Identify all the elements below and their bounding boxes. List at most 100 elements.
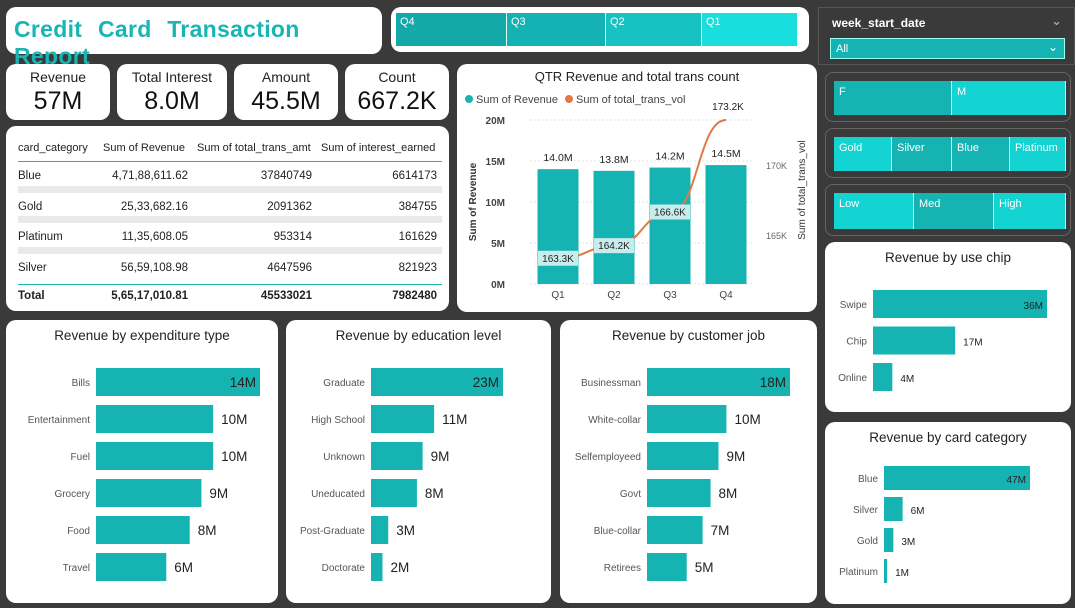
category-label: Platinum (839, 567, 878, 578)
trans-vol-data-label: 164.2K (598, 241, 630, 252)
bar (647, 479, 711, 507)
bar (371, 442, 423, 470)
kpi-value: 8.0M (144, 87, 200, 115)
week-dropdown[interactable]: All ⌄ (830, 38, 1065, 59)
table-cell: Platinum (18, 231, 63, 243)
chevron-down-icon[interactable]: ⌄ (1051, 13, 1062, 29)
bar (884, 559, 888, 583)
table-cell: Total (18, 290, 45, 302)
y-tick-label: 15M (486, 157, 505, 168)
table-cell: 11,35,608.05 (121, 231, 188, 243)
quarter-option-q1[interactable]: Q1 (702, 13, 798, 46)
y-tick-label: 5M (491, 239, 505, 250)
data-label: 11M (442, 412, 467, 427)
column-header[interactable]: card_category (18, 142, 88, 154)
table-cell: Silver (18, 261, 47, 274)
bar (96, 405, 214, 433)
kpi-label: Amount (261, 69, 311, 85)
bar (647, 516, 703, 544)
bar (873, 363, 893, 391)
quarter-option-q3[interactable]: Q3 (507, 13, 606, 46)
quarter-slicer: Q4 Q3 Q2 Q1 (391, 7, 809, 52)
revenue-by-expenditure-chart: Bills 14M Entertainment 10M Fuel 10M Grocery 9M… (28, 368, 260, 581)
x-tick-label: Q2 (607, 290, 621, 301)
bar (873, 326, 956, 355)
gender-option-f[interactable]: F (834, 81, 952, 115)
category-label: Bills (72, 378, 90, 389)
category-label: Retirees (604, 563, 641, 574)
y-axis-title: Sum of Revenue (468, 162, 479, 241)
revenue-by-job-chart: Businessman 18M White-collar 10M Selfemploye… (575, 368, 790, 581)
y2-axis-title: Sum of total_trans_vol (797, 140, 808, 240)
data-label: 9M (431, 449, 450, 464)
chevron-down-icon: ⌄ (1047, 40, 1058, 54)
card-option-silver[interactable]: Silver (892, 137, 952, 171)
data-label: 18M (760, 375, 786, 390)
card-option-gold[interactable]: Gold (834, 137, 892, 171)
x-tick-label: Q3 (663, 290, 677, 301)
revenue-bar (705, 165, 747, 284)
data-label: 2M (390, 560, 409, 575)
income-option-low[interactable]: Low (834, 193, 914, 229)
category-label: Post-Graduate (300, 526, 365, 537)
bar (96, 553, 167, 581)
table-cell: 2091362 (267, 200, 312, 213)
bar (647, 405, 727, 433)
bar (96, 516, 190, 544)
data-label: 47M (1007, 475, 1026, 486)
kpi-label: Total Interest (131, 69, 213, 85)
income-option-med[interactable]: Med (914, 193, 994, 229)
column-header[interactable]: Sum of interest_earned (321, 142, 435, 154)
column-header[interactable]: Sum of Revenue (103, 142, 185, 154)
table-cell: 45533021 (260, 290, 312, 302)
table-row: Platinum 11,35,608.05 953314 161629 (18, 223, 442, 254)
x-tick-label: Q1 (551, 290, 565, 301)
bar (647, 442, 719, 470)
trans-vol-line (557, 119, 727, 260)
category-label: Blue (858, 474, 878, 485)
bar (371, 405, 435, 433)
income-option-high[interactable]: High (994, 193, 1066, 229)
quarter-option-q4[interactable]: Q4 (396, 13, 507, 46)
kpi-revenue: Revenue 57M (6, 64, 110, 120)
category-label: Silver (853, 505, 879, 516)
report-title: Credit Card Transaction Report (14, 16, 300, 69)
category-label: Food (67, 526, 90, 537)
card-option-blue[interactable]: Blue (952, 137, 1010, 171)
revenue-bar (649, 167, 691, 284)
qtr-revenue-chart-card: QTR Revenue and total trans count Sum of… (457, 64, 817, 312)
table-cell: Blue (18, 170, 42, 182)
card-category-table: card_category Sum of Revenue Sum of tota… (6, 126, 449, 311)
gender-option-m[interactable]: M (952, 81, 1066, 115)
bar (873, 290, 1047, 318)
table-cell: 25,33,682.16 (120, 200, 188, 213)
card-option-platinum[interactable]: Platinum (1010, 137, 1066, 171)
category-label: Swipe (840, 300, 868, 311)
table-row: Gold 25,33,682.16 2091362 384755 (18, 193, 442, 223)
revenue-data-label: 14.2M (655, 151, 684, 163)
column-header[interactable]: Sum of total_trans_amt (197, 142, 311, 154)
category-label: Businessman (581, 378, 641, 389)
week-start-date-slicer: week_start_date ⌄ All ⌄ (818, 7, 1075, 65)
data-label: 8M (719, 486, 738, 501)
revenue-by-job-card: Revenue by customer job Businessman 18M Wh… (560, 320, 817, 603)
data-label: 8M (425, 486, 444, 501)
row-divider (18, 246, 442, 254)
kpi-total-interest: Total Interest 8.0M (117, 64, 227, 120)
x-tick-label: Q4 (719, 290, 733, 301)
quarter-option-q2[interactable]: Q2 (606, 13, 702, 46)
data-label: 5M (695, 560, 714, 575)
table-cell: 384755 (398, 200, 437, 213)
table-total-row: Total 5,65,17,010.81 45533021 7982480 (18, 284, 442, 308)
category-label: Unknown (323, 452, 365, 463)
data-label: 6M (911, 506, 925, 517)
data-label: 23M (473, 375, 499, 390)
bar (647, 553, 687, 581)
category-label: Entertainment (28, 415, 90, 426)
week-slicer-label: week_start_date (832, 16, 926, 30)
table-cell: Gold (18, 200, 43, 213)
category-label: Fuel (71, 452, 90, 463)
data-label: 3M (396, 523, 415, 538)
data-label: 14M (230, 375, 256, 390)
revenue-by-education-chart: Graduate 23M High School 11M Unknown 9M Uneduc… (300, 368, 503, 581)
